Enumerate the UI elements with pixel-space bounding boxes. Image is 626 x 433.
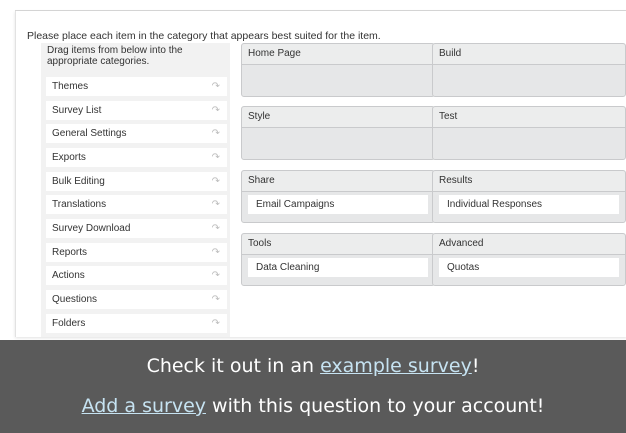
drag-item-label: General Settings: [52, 128, 127, 139]
drag-item[interactable]: Themes ↷: [46, 77, 227, 96]
banner-text: Check it out in an: [146, 355, 321, 377]
drag-item[interactable]: Exports ↷: [46, 148, 227, 167]
dropped-item[interactable]: Quotas: [439, 258, 619, 277]
category-title: Style: [242, 107, 434, 128]
category-title: Home Page: [242, 44, 434, 65]
category-test[interactable]: Test: [432, 106, 626, 160]
share-arrow-icon: ↷: [211, 81, 220, 92]
category-title: Test: [433, 107, 625, 128]
add-survey-link[interactable]: Add a survey: [82, 395, 206, 417]
share-arrow-icon: ↷: [211, 270, 220, 281]
share-arrow-icon: ↷: [211, 152, 220, 163]
category-share[interactable]: Share Email Campaigns: [241, 170, 435, 223]
drag-item[interactable]: Folders ↷: [46, 314, 227, 333]
drag-item-label: Survey List: [52, 105, 102, 116]
drag-item-label: Folders: [52, 318, 86, 329]
drag-item[interactable]: Actions ↷: [46, 266, 227, 285]
drag-item[interactable]: Survey Download ↷: [46, 219, 227, 238]
drag-item[interactable]: General Settings ↷: [46, 124, 227, 143]
category-title: Advanced: [433, 234, 625, 255]
drag-item-label: Reports: [52, 247, 88, 258]
drag-item[interactable]: Questions ↷: [46, 290, 227, 309]
category-title: Tools: [242, 234, 434, 255]
drag-item[interactable]: Bulk Editing ↷: [46, 172, 227, 191]
share-arrow-icon: ↷: [211, 223, 220, 234]
share-arrow-icon: ↷: [211, 199, 220, 210]
category-title: Build: [433, 44, 625, 65]
category-title: Share: [242, 171, 434, 192]
banner-line-example: Check it out in an example survey!: [0, 355, 626, 377]
dropped-item[interactable]: Email Campaigns: [248, 195, 428, 214]
promo-banner: Check it out in an example survey! Add a…: [0, 340, 626, 433]
category-style[interactable]: Style: [241, 106, 435, 160]
drag-item-label: Bulk Editing: [52, 176, 105, 187]
drag-item-label: Actions: [52, 270, 85, 281]
banner-line-add: Add a survey with this question to your …: [0, 395, 626, 417]
share-arrow-icon: ↷: [211, 105, 220, 116]
dropped-item[interactable]: Data Cleaning: [248, 258, 428, 277]
drag-item[interactable]: Translations ↷: [46, 195, 227, 214]
share-arrow-icon: ↷: [211, 318, 220, 329]
drag-item-label: Questions: [52, 294, 98, 305]
banner-text: !: [471, 355, 480, 377]
category-results[interactable]: Results Individual Responses: [432, 170, 626, 223]
drag-item-label: Exports: [52, 152, 86, 163]
drag-item[interactable]: Survey List ↷: [46, 101, 227, 120]
drag-source-hint: Drag items from below into the appropria…: [47, 45, 183, 67]
category-tools[interactable]: Tools Data Cleaning: [241, 233, 435, 286]
drag-item[interactable]: Reports ↷: [46, 243, 227, 262]
drag-item-label: Translations: [52, 199, 107, 210]
question-instructions: Please place each item in the category t…: [27, 30, 381, 42]
example-survey-link[interactable]: example survey: [320, 355, 472, 377]
category-advanced[interactable]: Advanced Quotas: [432, 233, 626, 286]
share-arrow-icon: ↷: [211, 247, 220, 258]
share-arrow-icon: ↷: [211, 128, 220, 139]
category-build[interactable]: Build: [432, 43, 626, 97]
drag-item-label: Themes: [52, 81, 89, 92]
banner-text: with this question to your account!: [206, 395, 545, 417]
dropped-item[interactable]: Individual Responses: [439, 195, 619, 214]
category-title: Results: [433, 171, 625, 192]
drag-item-label: Survey Download: [52, 223, 131, 234]
share-arrow-icon: ↷: [211, 294, 220, 305]
category-home-page[interactable]: Home Page: [241, 43, 435, 97]
share-arrow-icon: ↷: [211, 176, 220, 187]
